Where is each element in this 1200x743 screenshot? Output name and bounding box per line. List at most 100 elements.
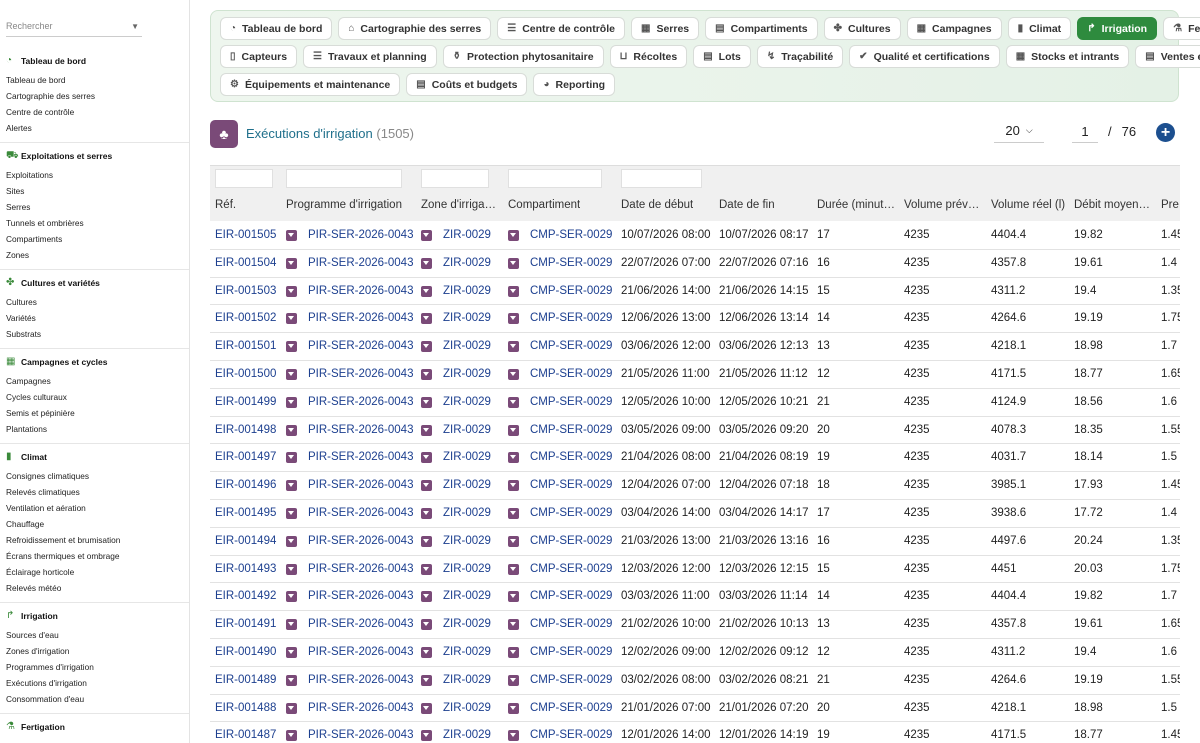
table-cell-link[interactable]: CMP-SER-0029	[530, 396, 612, 408]
table-row[interactable]: EIR-001498 PIR-SER-2026-0043 ZIR-0029 CMP-S…	[210, 417, 1180, 445]
record-link-icon[interactable]	[508, 313, 519, 325]
record-link-icon[interactable]	[286, 535, 297, 547]
table-cell-link[interactable]: CMP-SER-0029	[530, 451, 612, 463]
table-cell-link[interactable]: EIR-001495	[215, 507, 276, 519]
module-tab[interactable]: ☰ Centre de contrôle	[497, 17, 625, 40]
module-tab[interactable]: ↯ Traçabilité	[756, 45, 844, 68]
record-link-icon[interactable]	[508, 702, 519, 714]
record-link-icon[interactable]	[421, 313, 432, 325]
record-link-icon[interactable]	[286, 480, 297, 492]
record-link-icon[interactable]	[421, 424, 432, 436]
sidebar-section-header[interactable]: ⛟ Exploitations et serres	[0, 149, 189, 163]
column-filter-input[interactable]	[421, 169, 489, 188]
table-cell-link[interactable]: PIR-SER-2026-0043	[308, 285, 413, 297]
table-cell-link[interactable]: EIR-001503	[215, 285, 276, 297]
table-row[interactable]: EIR-001495 PIR-SER-2026-0043 ZIR-0029 CMP-S…	[210, 500, 1180, 528]
sidebar-section-header[interactable]: ▦ Campagnes et cycles	[0, 355, 189, 369]
table-cell-link[interactable]: ZIR-0029	[443, 340, 491, 352]
table-cell-link[interactable]: EIR-001502	[215, 312, 276, 324]
record-link-icon[interactable]	[286, 507, 297, 519]
table-row[interactable]: EIR-001503 PIR-SER-2026-0043 ZIR-0029 CMP-S…	[210, 278, 1180, 306]
column-filter-input[interactable]	[508, 169, 602, 188]
table-cell-link[interactable]: CMP-SER-0029	[530, 229, 612, 241]
table-cell-link[interactable]: PIR-SER-2026-0043	[308, 368, 413, 380]
table-cell-link[interactable]: ZIR-0029	[443, 285, 491, 297]
table-cell-link[interactable]: CMP-SER-0029	[530, 507, 612, 519]
page-number-input[interactable]: 1	[1072, 119, 1098, 143]
column-header[interactable]: Pre	[1161, 199, 1179, 211]
column-header[interactable]: Date de fin	[719, 199, 775, 211]
table-cell-link[interactable]: EIR-001487	[215, 729, 276, 741]
record-link-icon[interactable]	[508, 563, 519, 575]
record-link-icon[interactable]	[508, 368, 519, 380]
table-cell-link[interactable]: CMP-SER-0029	[530, 646, 612, 658]
sidebar-item[interactable]: Exploitations	[0, 167, 189, 183]
table-cell-link[interactable]: PIR-SER-2026-0043	[308, 396, 413, 408]
column-header[interactable]: Programme d'irrigation	[286, 199, 402, 211]
table-cell-link[interactable]: CMP-SER-0029	[530, 424, 612, 436]
record-link-icon[interactable]	[286, 563, 297, 575]
sidebar-item[interactable]: Campagnes	[0, 373, 189, 389]
record-link-icon[interactable]	[508, 480, 519, 492]
record-link-icon[interactable]	[286, 313, 297, 325]
table-cell-link[interactable]: CMP-SER-0029	[530, 312, 612, 324]
sidebar-item[interactable]: Plantations	[0, 421, 189, 437]
table-cell-link[interactable]: EIR-001488	[215, 702, 276, 714]
table-cell-link[interactable]: ZIR-0029	[443, 702, 491, 714]
record-link-icon[interactable]	[421, 480, 432, 492]
table-cell-link[interactable]: PIR-SER-2026-0043	[308, 507, 413, 519]
module-tab[interactable]: ▤ Compartiments	[705, 17, 818, 40]
table-row[interactable]: EIR-001487 PIR-SER-2026-0043 ZIR-0029 CMP-S…	[210, 722, 1180, 743]
record-link-icon[interactable]	[421, 396, 432, 408]
record-link-icon[interactable]	[508, 730, 519, 742]
module-tab[interactable]: ⚙ Équipements et maintenance	[220, 73, 401, 96]
table-row[interactable]: EIR-001500 PIR-SER-2026-0043 ZIR-0029 CMP-S…	[210, 361, 1180, 389]
sidebar-section-header[interactable]: ▮ Climat	[0, 450, 189, 464]
column-header[interactable]: Zone d'irriga…	[421, 199, 496, 211]
record-link-icon[interactable]	[421, 341, 432, 353]
table-cell-link[interactable]: EIR-001491	[215, 618, 276, 630]
sidebar-item[interactable]: Tableau de bord	[0, 72, 189, 88]
table-row[interactable]: EIR-001494 PIR-SER-2026-0043 ZIR-0029 CMP-S…	[210, 528, 1180, 556]
sidebar-item[interactable]: Serres	[0, 199, 189, 215]
table-cell-link[interactable]: CMP-SER-0029	[530, 563, 612, 575]
table-cell-link[interactable]: PIR-SER-2026-0043	[308, 563, 413, 575]
module-tab[interactable]: ✤ Cultures	[823, 17, 901, 40]
table-cell-link[interactable]: ZIR-0029	[443, 368, 491, 380]
record-link-icon[interactable]	[421, 368, 432, 380]
record-link-icon[interactable]	[508, 619, 519, 631]
table-cell-link[interactable]: EIR-001499	[215, 396, 276, 408]
column-filter-input[interactable]	[286, 169, 402, 188]
table-cell-link[interactable]: EIR-001500	[215, 368, 276, 380]
record-link-icon[interactable]	[286, 341, 297, 353]
record-link-icon[interactable]	[421, 591, 432, 603]
module-tab[interactable]: ▤ Lots	[693, 45, 751, 68]
module-tab[interactable]: ☰ Travaux et planning	[303, 45, 437, 68]
table-cell-link[interactable]: EIR-001489	[215, 674, 276, 686]
table-cell-link[interactable]: PIR-SER-2026-0043	[308, 451, 413, 463]
record-link-icon[interactable]	[508, 674, 519, 686]
module-tab[interactable]: ⊔ Récoltes	[609, 45, 688, 68]
sidebar-item[interactable]: Zones	[0, 247, 189, 263]
column-header[interactable]: Débit moyen…	[1074, 199, 1150, 211]
table-cell-link[interactable]: CMP-SER-0029	[530, 535, 612, 547]
table-cell-link[interactable]: PIR-SER-2026-0043	[308, 729, 413, 741]
table-row[interactable]: EIR-001502 PIR-SER-2026-0043 ZIR-0029 CMP-S…	[210, 305, 1180, 334]
sidebar-item[interactable]: Chauffage	[0, 516, 189, 532]
table-cell-link[interactable]: ZIR-0029	[443, 618, 491, 630]
table-cell-link[interactable]: CMP-SER-0029	[530, 590, 612, 602]
table-cell-link[interactable]: ZIR-0029	[443, 729, 491, 741]
record-link-icon[interactable]	[286, 257, 297, 269]
record-link-icon[interactable]	[508, 396, 519, 408]
table-cell-link[interactable]: CMP-SER-0029	[530, 257, 612, 269]
chevron-down-icon[interactable]: ▼	[131, 22, 139, 31]
module-tab[interactable]: ▦ Stocks et intrants	[1005, 45, 1130, 68]
table-row[interactable]: EIR-001493 PIR-SER-2026-0043 ZIR-0029 CMP-S…	[210, 556, 1180, 584]
table-cell-link[interactable]: CMP-SER-0029	[530, 368, 612, 380]
table-cell-link[interactable]: CMP-SER-0029	[530, 340, 612, 352]
table-row[interactable]: EIR-001505 PIR-SER-2026-0043 ZIR-0029 CMP-S…	[210, 222, 1180, 250]
column-header[interactable]: Réf.	[215, 199, 236, 211]
sidebar-item[interactable]: Relevés météo	[0, 580, 189, 596]
record-link-icon[interactable]	[286, 230, 297, 241]
table-cell-link[interactable]: PIR-SER-2026-0043	[308, 479, 413, 491]
